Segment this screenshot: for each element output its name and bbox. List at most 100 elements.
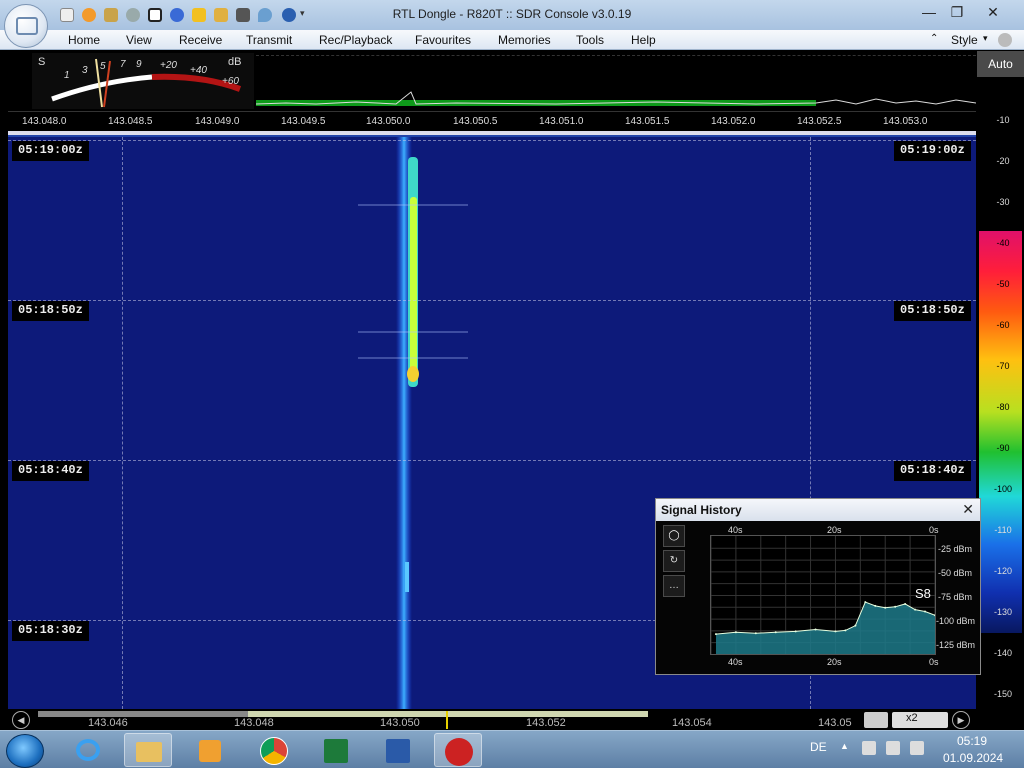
close-button[interactable]: ✕ [980,2,1006,22]
qat-dropdown-icon[interactable]: ▾ [300,8,310,22]
x-tick-bottom: 0s [929,657,939,667]
level-tick: -70 [996,361,1010,371]
grid-line [8,460,976,461]
style-dropdown-icon[interactable]: ▾ [983,33,988,44]
minimize-button[interactable]: — [916,2,942,22]
menu-tools[interactable]: Tools [576,33,604,47]
history-area [715,602,935,654]
freq-label: 143.051.5 [625,116,670,127]
signal-history-close-button[interactable]: ✕ [962,501,974,518]
band-label: 143.048 [234,717,274,729]
history-point [734,631,737,634]
spectrum-display[interactable] [255,55,977,107]
band-label: 143.046 [88,717,128,729]
level-tick: -120 [993,566,1012,576]
excel-icon[interactable] [312,733,360,767]
s-scale-1: 1 [64,70,70,81]
menu-memories[interactable]: Memories [498,33,551,47]
add-icon[interactable] [170,8,184,22]
menu-favourites[interactable]: Favourites [415,33,471,47]
tray-network-icon[interactable] [910,741,924,755]
play-icon[interactable] [126,8,140,22]
db-label: dB [228,56,242,68]
menu-help[interactable]: Help [631,33,656,47]
folder-icon[interactable] [104,8,118,22]
app-menu-orb[interactable] [4,4,48,48]
home-icon[interactable] [60,8,74,22]
tray-expand-icon[interactable]: ▲ [840,741,849,751]
sdr-console-icon[interactable] [434,733,482,767]
tray-device-icon[interactable] [862,741,876,755]
media-player-icon[interactable] [186,733,234,767]
timestamp-right: 05:18:40z [894,461,971,481]
lock-icon[interactable] [214,8,228,22]
history-reset-button[interactable]: ↻ [663,550,685,572]
chrome-icon[interactable] [250,733,298,767]
level-tick: -20 [996,156,1010,166]
level-tick: -110 [994,525,1012,535]
level-tick: -140 [993,648,1012,658]
freq-label: 143.052.5 [797,116,842,127]
internet-explorer-icon[interactable] [64,733,112,767]
band-label: 143.05 [818,717,852,729]
menu-style[interactable]: Style [951,33,978,47]
drop-icon[interactable] [258,8,272,22]
level-tick: -100 [993,484,1012,494]
s-scale-9: 9 [136,59,142,70]
level-tick: -80 [996,402,1010,412]
history-point [714,633,717,636]
x-tick-top: 0s [929,525,939,535]
level-scale[interactable]: Auto -10 -20 -30 -40 -50 -60 -70 -80 -90… [977,51,1024,730]
clock-date[interactable]: 01.09.2024 [943,751,1003,765]
level-tick: -40 [996,238,1010,248]
scroll-left-icon[interactable]: ◀ [12,711,30,729]
zoom-selector[interactable]: x2 [892,712,948,728]
auto-level-button[interactable]: Auto [977,51,1024,77]
history-record-button[interactable]: ◯ [663,525,685,547]
freq-label: 143.049.5 [281,116,326,127]
signal-history-title: Signal History [661,503,742,517]
menu-home[interactable]: Home [68,33,100,47]
undo-icon[interactable] [282,8,296,22]
signal-history-window[interactable]: Signal History ✕ ◯ ↻ … 40s 20s 0s 40s 20… [655,498,981,675]
camera-icon[interactable] [236,8,250,22]
y-tick: -25 dBm [938,544,973,554]
history-point [914,608,917,611]
plus-scale-60: +60 [222,76,239,87]
word-icon[interactable] [374,733,422,767]
history-point [774,631,777,634]
app-window: RTL Dongle - R820T :: SDR Console v3.0.1… [0,0,1024,730]
stop-icon[interactable] [148,8,162,22]
timestamp-left: 05:18:40z [12,461,89,481]
history-more-button[interactable]: … [663,575,685,597]
keyboard-icon[interactable] [864,712,888,728]
menu-transmit[interactable]: Transmit [246,33,292,47]
level-tick: -30 [996,197,1010,207]
scroll-right-icon[interactable]: ▶ [952,711,970,729]
clock-time[interactable]: 05:19 [957,734,987,748]
star-icon[interactable] [192,8,206,22]
timestamp-left: 05:18:50z [12,301,89,321]
bandplan-bar[interactable]: ◀ 143.046 143.048 143.050 143.052 143.05… [8,709,976,730]
help-ring-icon[interactable] [82,8,96,22]
tray-flag-icon[interactable] [886,741,900,755]
frequency-axis[interactable]: 143.048.0 143.048.5 143.049.0 143.049.5 … [8,111,976,131]
freq-label: 143.048.5 [108,116,153,127]
signal-history-header[interactable]: Signal History ✕ [656,499,980,521]
settings-gear-icon[interactable] [998,33,1012,47]
history-point [754,632,757,635]
timestamp-left: 05:18:30z [12,621,89,641]
maximize-button[interactable]: ❐ [944,2,970,22]
s-scale-5: 5 [100,61,106,72]
spectrum-trace [255,91,977,106]
style-chevron-icon[interactable]: ⌃ [930,33,938,44]
explorer-folder-icon[interactable] [124,733,172,767]
start-button[interactable] [6,734,44,768]
history-point [844,629,847,632]
history-point [864,601,867,604]
menu-view[interactable]: View [126,33,152,47]
menu-rec-playback[interactable]: Rec/Playback [319,33,392,47]
timestamp-left: 05:19:00z [12,141,89,161]
menu-receive[interactable]: Receive [179,33,222,47]
language-indicator[interactable]: DE [810,740,827,754]
